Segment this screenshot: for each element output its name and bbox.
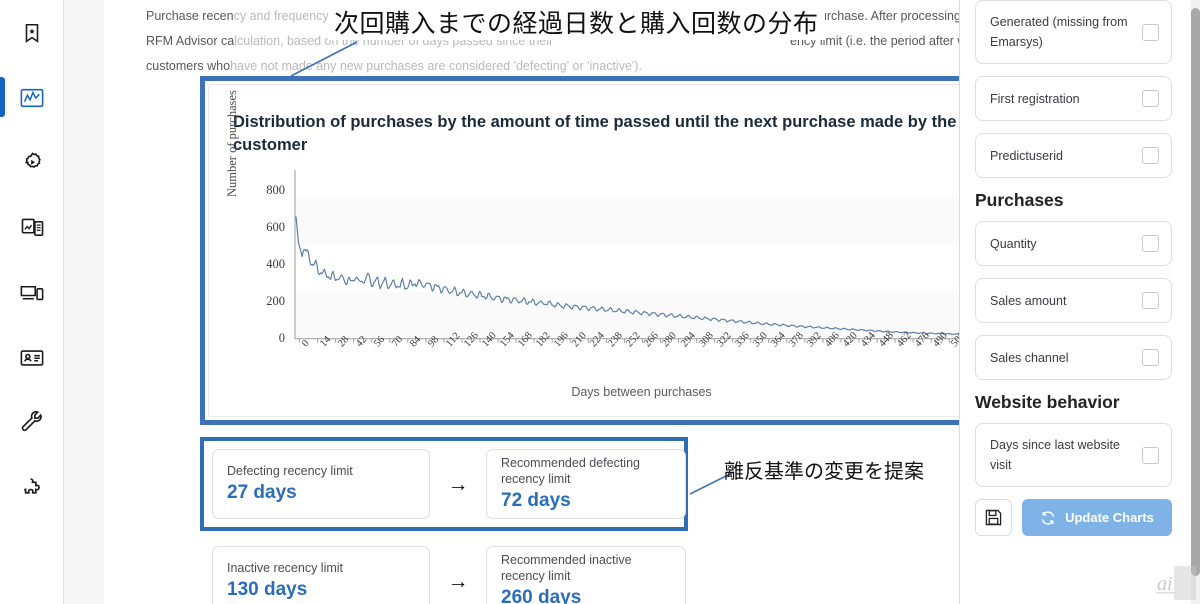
field-label: Days since last website visit (990, 438, 1120, 472)
japanese-caption-limits: 離反基準の変更を提案 (724, 461, 924, 483)
ai-watermark-logo: ai (1156, 566, 1196, 600)
field-checkbox[interactable] (1142, 235, 1159, 252)
rail-item-channels[interactable] (0, 260, 64, 325)
rail-active-indicator (0, 77, 5, 117)
chart-y-axis-label: Number of purchases (225, 90, 239, 197)
website-behavior-heading: Website behavior (975, 392, 1120, 412)
chart-title: Distribution of purchases by the amount … (233, 113, 960, 154)
purchases-heading: Purchases (975, 190, 1064, 210)
panel-actions: Update Charts (975, 499, 1172, 536)
current-inactive-limit-value: 130 days (227, 578, 308, 600)
intro-line1: Purchase recen (146, 9, 234, 23)
recommended-defecting-limit-label: Recommended defecting recency limit (501, 455, 640, 486)
field-label: Sales amount (990, 293, 1067, 308)
wrench-icon (21, 411, 42, 432)
recommended-inactive-limit-label: Recommended inactive recency limit (501, 552, 632, 583)
field-card[interactable]: Predictuserid (975, 133, 1172, 178)
arrow-right-icon-defecting: → (447, 472, 469, 496)
floppy-disk-icon (985, 509, 1002, 526)
app-window: Purchase recency and frequency data of t… (0, 0, 1200, 604)
field-checkbox[interactable] (1142, 292, 1159, 309)
refresh-icon (1041, 510, 1055, 525)
field-card[interactable]: Sales amount (975, 278, 1172, 323)
content-blocks-icon (21, 218, 43, 236)
update-charts-button[interactable]: Update Charts (1022, 499, 1172, 536)
current-inactive-limit-card[interactable]: Inactive recency limit 130 days (212, 546, 430, 604)
field-list: Generated (missing from Emarsys) First re… (961, 0, 1186, 536)
arrow-right-icon-inactive: → (447, 569, 469, 593)
gear-play-icon (24, 152, 41, 168)
rail-item-tools[interactable] (0, 390, 64, 455)
current-inactive-limit-label: Inactive recency limit (227, 560, 344, 575)
field-card[interactable]: First registration (975, 76, 1172, 121)
watermark-text: ai (1157, 573, 1173, 595)
left-icon-rail (0, 0, 64, 604)
right-panel-scrollbar-thumb[interactable] (1191, 8, 1200, 576)
field-checkbox[interactable] (1142, 90, 1159, 107)
recommended-defecting-limit-value: 72 days (501, 489, 571, 511)
field-card[interactable]: Generated (missing from Emarsys) (975, 0, 1172, 64)
field-card[interactable]: Days since last website visit (975, 423, 1172, 487)
intro-line3: customers who (146, 59, 231, 73)
purchases-fields-group: Quantity Sales amount Sales channel (961, 221, 1186, 380)
puzzle-piece-icon (23, 478, 40, 494)
update-charts-label: Update Charts (1065, 510, 1154, 525)
rail-item-content[interactable] (0, 195, 64, 260)
document-page: Purchase recency and frequency data of t… (104, 0, 960, 604)
rail-item-automation[interactable] (0, 130, 64, 195)
chart-plot-area (294, 170, 959, 343)
rail-item-contacts[interactable] (0, 325, 64, 390)
rail-item-extensions[interactable] (0, 455, 64, 520)
contact-fields-group: Generated (missing from Emarsys) First re… (961, 0, 1186, 178)
field-label: First registration (990, 91, 1080, 106)
intro-line2: RFM Advisor ca (146, 34, 235, 48)
field-label: Quantity (990, 236, 1037, 251)
current-defecting-limit-value: 27 days (227, 481, 297, 503)
chart-highlight-box: Distribution of purchases by the amount … (200, 76, 960, 425)
field-checkbox[interactable] (1142, 147, 1159, 164)
field-checkbox[interactable] (1142, 349, 1159, 366)
limit-row-defecting: Defecting recency limit 27 days → Recomm… (212, 449, 686, 519)
field-label: Sales channel (990, 350, 1069, 365)
limit-row-inactive: Inactive recency limit 130 days → Recomm… (212, 546, 686, 604)
field-label: Predictuserid (990, 148, 1063, 163)
field-selection-panel: Generated (missing from Emarsys) First re… (961, 0, 1200, 604)
recommended-inactive-limit-card[interactable]: Recommended inactive recency limit 260 d… (486, 546, 686, 604)
bookmark-star-icon (25, 23, 39, 43)
save-button[interactable] (975, 499, 1012, 536)
field-label: Generated (missing from Emarsys) (990, 15, 1128, 49)
main-content-area: Purchase recency and frequency data of t… (64, 0, 960, 604)
rail-item-saved[interactable] (0, 0, 64, 65)
current-defecting-limit-card[interactable]: Defecting recency limit 27 days (212, 449, 430, 519)
contact-card-icon (20, 349, 44, 366)
field-checkbox[interactable] (1142, 446, 1159, 464)
analytics-chart-icon (20, 88, 44, 107)
field-card[interactable]: Sales channel (975, 335, 1172, 380)
right-panel-scrollbar[interactable] (1191, 0, 1200, 604)
caption-leader-line (290, 41, 358, 77)
rail-item-analytics[interactable] (0, 65, 64, 130)
devices-icon (20, 285, 44, 300)
chart-x-axis-label: Days between purchases (571, 385, 712, 399)
purchase-distribution-chart: Number of purchases 0 200 400 600 800 0 … (225, 90, 959, 405)
recommended-defecting-limit-card[interactable]: Recommended defecting recency limit 72 d… (486, 449, 686, 519)
field-checkbox[interactable] (1142, 23, 1159, 41)
recommended-inactive-limit-value: 260 days (501, 586, 582, 604)
website-fields-group: Days since last website visit (961, 423, 1186, 487)
japanese-caption-chart: 次回購入までの経過日数と購入回数の分布 (328, 8, 825, 40)
field-card[interactable]: Quantity (975, 221, 1172, 266)
current-defecting-limit-label: Defecting recency limit (227, 463, 353, 478)
chart-card: Distribution of purchases by the amount … (208, 84, 960, 417)
